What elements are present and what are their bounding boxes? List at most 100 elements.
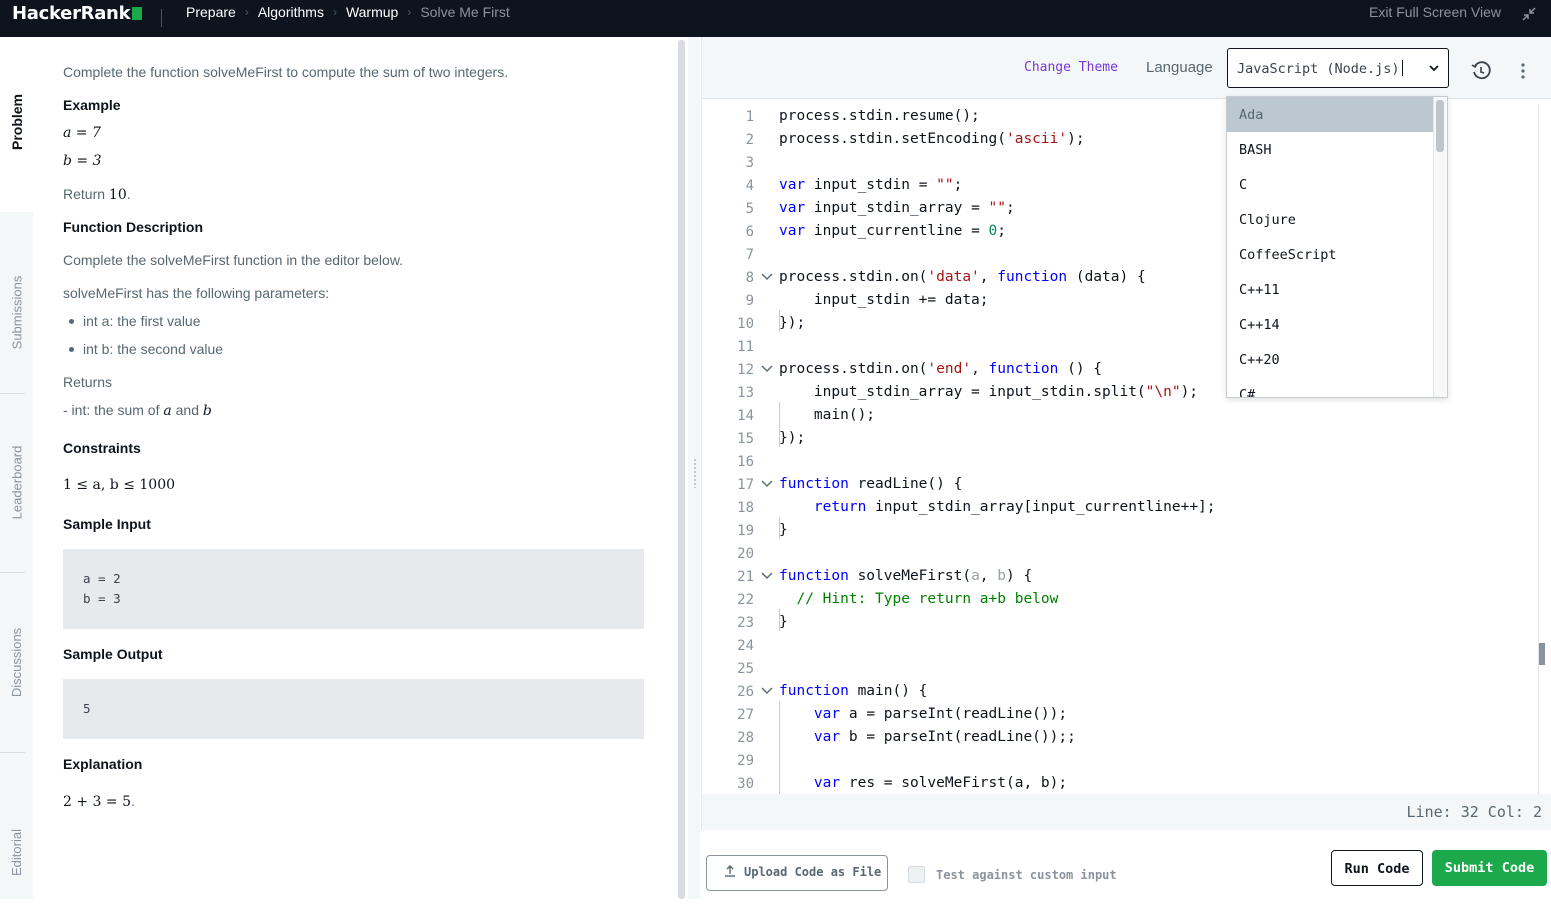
line-number: 28 [737, 730, 754, 746]
bullet-icon [69, 319, 74, 324]
editor-scroll-marker [1539, 643, 1545, 665]
fold-chevron-icon[interactable] [761, 270, 773, 285]
line-number: 20 [737, 546, 754, 562]
editor-scrollbar[interactable] [1538, 104, 1551, 794]
upload-code-button[interactable]: Upload Code as File [706, 855, 888, 891]
tab-leaderboard-label: Leaderboard [9, 445, 25, 519]
breadcrumb: Prepare › Algorithms › Warmup › Solve Me… [186, 4, 510, 20]
code-text: process.stdin.setEncoding('ascii'); [779, 131, 1085, 147]
code-line[interactable]: 29 [702, 750, 1538, 773]
fold-chevron-icon[interactable] [761, 569, 773, 584]
submit-code-button[interactable]: Submit Code [1432, 850, 1547, 886]
upload-code-label: Upload Code as File [744, 865, 882, 879]
tab-problem[interactable]: Problem [0, 77, 33, 167]
more-options-icon[interactable] [1517, 62, 1529, 80]
example-heading: Example [63, 97, 121, 113]
code-line[interactable]: 14 main(); [702, 405, 1538, 428]
constraints-heading: Constraints [63, 440, 141, 456]
code-line[interactable]: 26 function main() { [702, 681, 1538, 704]
code-line[interactable]: 15}); [702, 428, 1538, 451]
language-option[interactable]: C [1227, 167, 1433, 202]
code-text: input_stdin += data; [779, 292, 989, 308]
tab-editorial[interactable]: Editorial [0, 797, 33, 907]
fold-chevron-icon[interactable] [761, 362, 773, 377]
tab-problem-label: Problem [8, 93, 25, 151]
code-line[interactable]: 18 return input_stdin_array[input_curren… [702, 497, 1538, 520]
logo-text: HackerRank [12, 3, 131, 24]
code-line[interactable]: 20 [702, 543, 1538, 566]
top-navbar: HackerRank Prepare › Algorithms › Warmup… [0, 0, 1551, 37]
sample-output-line: 5 [83, 701, 91, 716]
fold-chevron-icon[interactable] [761, 684, 773, 699]
exit-fullscreen-link[interactable]: Exit Full Screen View [1369, 4, 1501, 20]
code-line[interactable]: 27 var a = parseInt(readLine()); [702, 704, 1538, 727]
code-line[interactable]: 17 function readLine() { [702, 474, 1538, 497]
code-line[interactable]: 21 function solveMeFirst(a, b) { [702, 566, 1538, 589]
tab-divider [0, 572, 25, 573]
param-item: int a: the first value [83, 313, 201, 329]
tab-submissions[interactable]: Submissions [0, 247, 33, 377]
bullet-icon [69, 347, 74, 352]
language-option[interactable]: C++14 [1227, 307, 1433, 342]
collapse-icon[interactable] [1521, 6, 1537, 22]
example-return: Return 10. [63, 186, 131, 203]
code-line[interactable]: 19} [702, 520, 1538, 543]
tab-discussions-label: Discussions [9, 627, 25, 697]
tab-editorial-label: Editorial [9, 828, 24, 876]
language-option[interactable]: CoffeeScript [1227, 237, 1433, 272]
language-select[interactable]: JavaScript (Node.js) [1227, 48, 1449, 88]
code-text: }); [779, 315, 806, 331]
line-number: 21 [737, 569, 754, 585]
breadcrumb-algorithms[interactable]: Algorithms [258, 4, 324, 20]
panel-scrollbar[interactable] [678, 40, 685, 899]
code-line[interactable]: 24 [702, 635, 1538, 658]
return-value: 10 [108, 187, 127, 203]
text-cursor [1401, 60, 1403, 76]
code-line[interactable]: 23} [702, 612, 1538, 635]
tab-discussions[interactable]: Discussions [0, 597, 33, 727]
run-code-button[interactable]: Run Code [1331, 850, 1423, 886]
drag-handle-icon[interactable] [693, 458, 697, 488]
tab-submissions-label: Submissions [9, 275, 25, 349]
breadcrumb-prepare[interactable]: Prepare [186, 4, 236, 20]
code-line[interactable]: 16 [702, 451, 1538, 474]
sample-input-box: a = 2 b = 3 [63, 549, 644, 629]
code-line[interactable]: 28 var b = parseInt(readLine());; [702, 727, 1538, 750]
code-text: main(); [779, 407, 876, 423]
language-option[interactable]: C++11 [1227, 272, 1433, 307]
params-intro: solveMeFirst has the following parameter… [63, 285, 330, 301]
explanation-suffix: . [130, 793, 135, 809]
chevron-right-icon: › [244, 5, 249, 19]
tab-divider [0, 752, 25, 753]
change-theme-link[interactable]: Change Theme [1024, 60, 1118, 75]
constraint-text: 1 ≤ a, b ≤ 1000 [63, 477, 176, 493]
code-line[interactable]: 22 // Hint: Type return a+b below [702, 589, 1538, 612]
editor-actions: Upload Code as File Test against custom … [701, 830, 1551, 899]
language-option[interactable]: BASH [1227, 132, 1433, 167]
language-option[interactable]: Ada [1227, 97, 1433, 132]
code-text: } [779, 522, 788, 538]
restore-history-icon[interactable] [1470, 60, 1492, 82]
run-code-label: Run Code [1344, 861, 1410, 877]
tab-leaderboard[interactable]: Leaderboard [0, 417, 33, 547]
editor-status-bar: Line: 32 Col: 2 [702, 794, 1551, 830]
example-b: b = 3 [63, 153, 102, 169]
return-suffix: . [126, 186, 131, 202]
code-line[interactable]: 25 [702, 658, 1538, 681]
line-number: 12 [737, 362, 754, 378]
code-text: process.stdin.on('end', function () { [779, 361, 1103, 377]
fold-chevron-icon[interactable] [761, 477, 773, 492]
custom-input-checkbox[interactable] [908, 866, 925, 883]
hackerrank-logo[interactable]: HackerRank [12, 3, 143, 24]
dropdown-scroll-thumb[interactable] [1436, 100, 1444, 152]
breadcrumb-warmup[interactable]: Warmup [346, 4, 398, 20]
custom-input-label[interactable]: Test against custom input [936, 868, 1117, 882]
code-line[interactable]: 30 var res = solveMeFirst(a, b); [702, 773, 1538, 794]
line-number: 9 [745, 293, 754, 309]
code-text: var b = parseInt(readLine());; [813, 729, 1076, 745]
code-text: var input_currentline = 0; [779, 223, 1006, 239]
line-number: 8 [745, 270, 754, 286]
language-option[interactable]: Clojure [1227, 202, 1433, 237]
language-option[interactable]: C++20 [1227, 342, 1433, 377]
language-option[interactable]: C# [1227, 377, 1433, 397]
